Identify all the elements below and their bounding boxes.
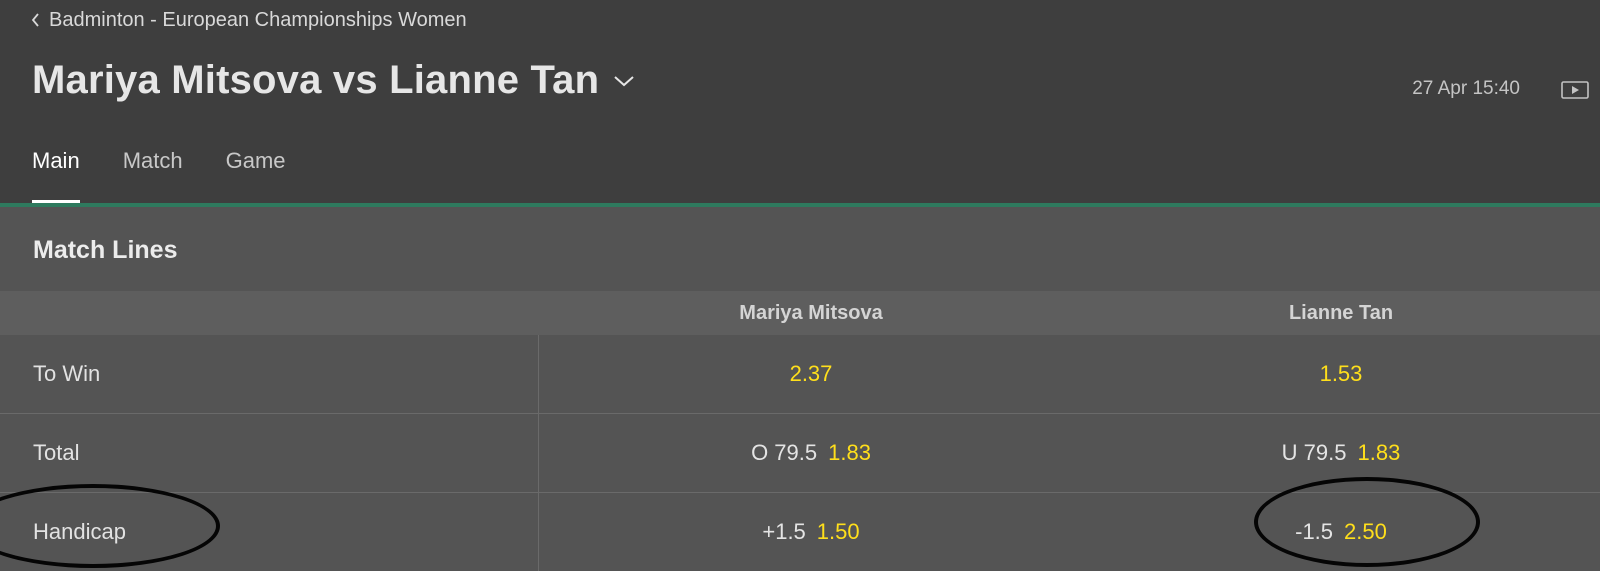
title-row: Mariya Mitsova vs Lianne Tan bbox=[32, 58, 635, 103]
line-value: U 79.5 bbox=[1281, 440, 1347, 465]
tab-bar: Main Match Game bbox=[32, 148, 329, 204]
tab-main[interactable]: Main bbox=[32, 148, 80, 204]
event-datetime: 27 Apr 15:40 bbox=[1412, 78, 1520, 99]
odds-value: 1.83 bbox=[828, 440, 871, 465]
breadcrumb-label: Badminton - European Championships Women bbox=[49, 8, 467, 31]
odds-value: 2.50 bbox=[1344, 519, 1387, 544]
row-label-handicap: Handicap bbox=[33, 519, 126, 544]
chevron-left-icon bbox=[31, 13, 39, 27]
line-value: O 79.5 bbox=[751, 440, 818, 465]
market-table: To Win 2.37 1.53 Total O 79.5 1.83 U 79.5… bbox=[0, 335, 1600, 571]
odds-value: 1.83 bbox=[1357, 440, 1401, 465]
odds-button-to-win-player2[interactable]: 1.53 bbox=[1082, 335, 1600, 413]
odds-button-handicap-player2[interactable]: -1.5 2.50 bbox=[1082, 493, 1600, 571]
table-row: Handicap +1.5 1.50 -1.5 2.50 bbox=[0, 493, 1600, 571]
odds-value: 1.53 bbox=[1319, 361, 1363, 386]
row-label-to-win: To Win bbox=[33, 361, 101, 386]
tab-match[interactable]: Match bbox=[123, 148, 183, 204]
section-title: Match Lines bbox=[33, 236, 178, 264]
odds-button-to-win-player1[interactable]: 2.37 bbox=[540, 335, 1082, 413]
odds-button-total-under[interactable]: U 79.5 1.83 bbox=[1082, 414, 1600, 492]
column-header-row: Mariya Mitsova Lianne Tan bbox=[0, 291, 1600, 335]
line-value: -1.5 bbox=[1295, 519, 1334, 544]
odds-value: 1.50 bbox=[816, 519, 860, 544]
video-icon[interactable] bbox=[1561, 81, 1589, 99]
odds-value: 2.37 bbox=[789, 361, 833, 386]
tab-game[interactable]: Game bbox=[226, 148, 286, 204]
page-title: Mariya Mitsova vs Lianne Tan bbox=[32, 58, 600, 102]
row-label-total: Total bbox=[33, 440, 80, 465]
event-header: Badminton - European Championships Women… bbox=[0, 0, 1600, 204]
column-divider bbox=[538, 335, 539, 413]
odds-button-handicap-player1[interactable]: +1.5 1.50 bbox=[540, 493, 1082, 571]
line-value: +1.5 bbox=[762, 519, 806, 544]
column-divider bbox=[538, 493, 539, 571]
column-divider bbox=[538, 414, 539, 492]
column-header-player1: Mariya Mitsova bbox=[739, 302, 883, 324]
table-row: To Win 2.37 1.53 bbox=[0, 335, 1600, 414]
breadcrumb[interactable]: Badminton - European Championships Women bbox=[31, 6, 467, 34]
chevron-down-icon[interactable] bbox=[613, 74, 635, 88]
market-section-header[interactable]: Match Lines bbox=[0, 207, 1600, 291]
table-row: Total O 79.5 1.83 U 79.5 1.83 bbox=[0, 414, 1600, 493]
column-header-player2: Lianne Tan bbox=[1288, 302, 1394, 324]
odds-button-total-over[interactable]: O 79.5 1.83 bbox=[540, 414, 1082, 492]
